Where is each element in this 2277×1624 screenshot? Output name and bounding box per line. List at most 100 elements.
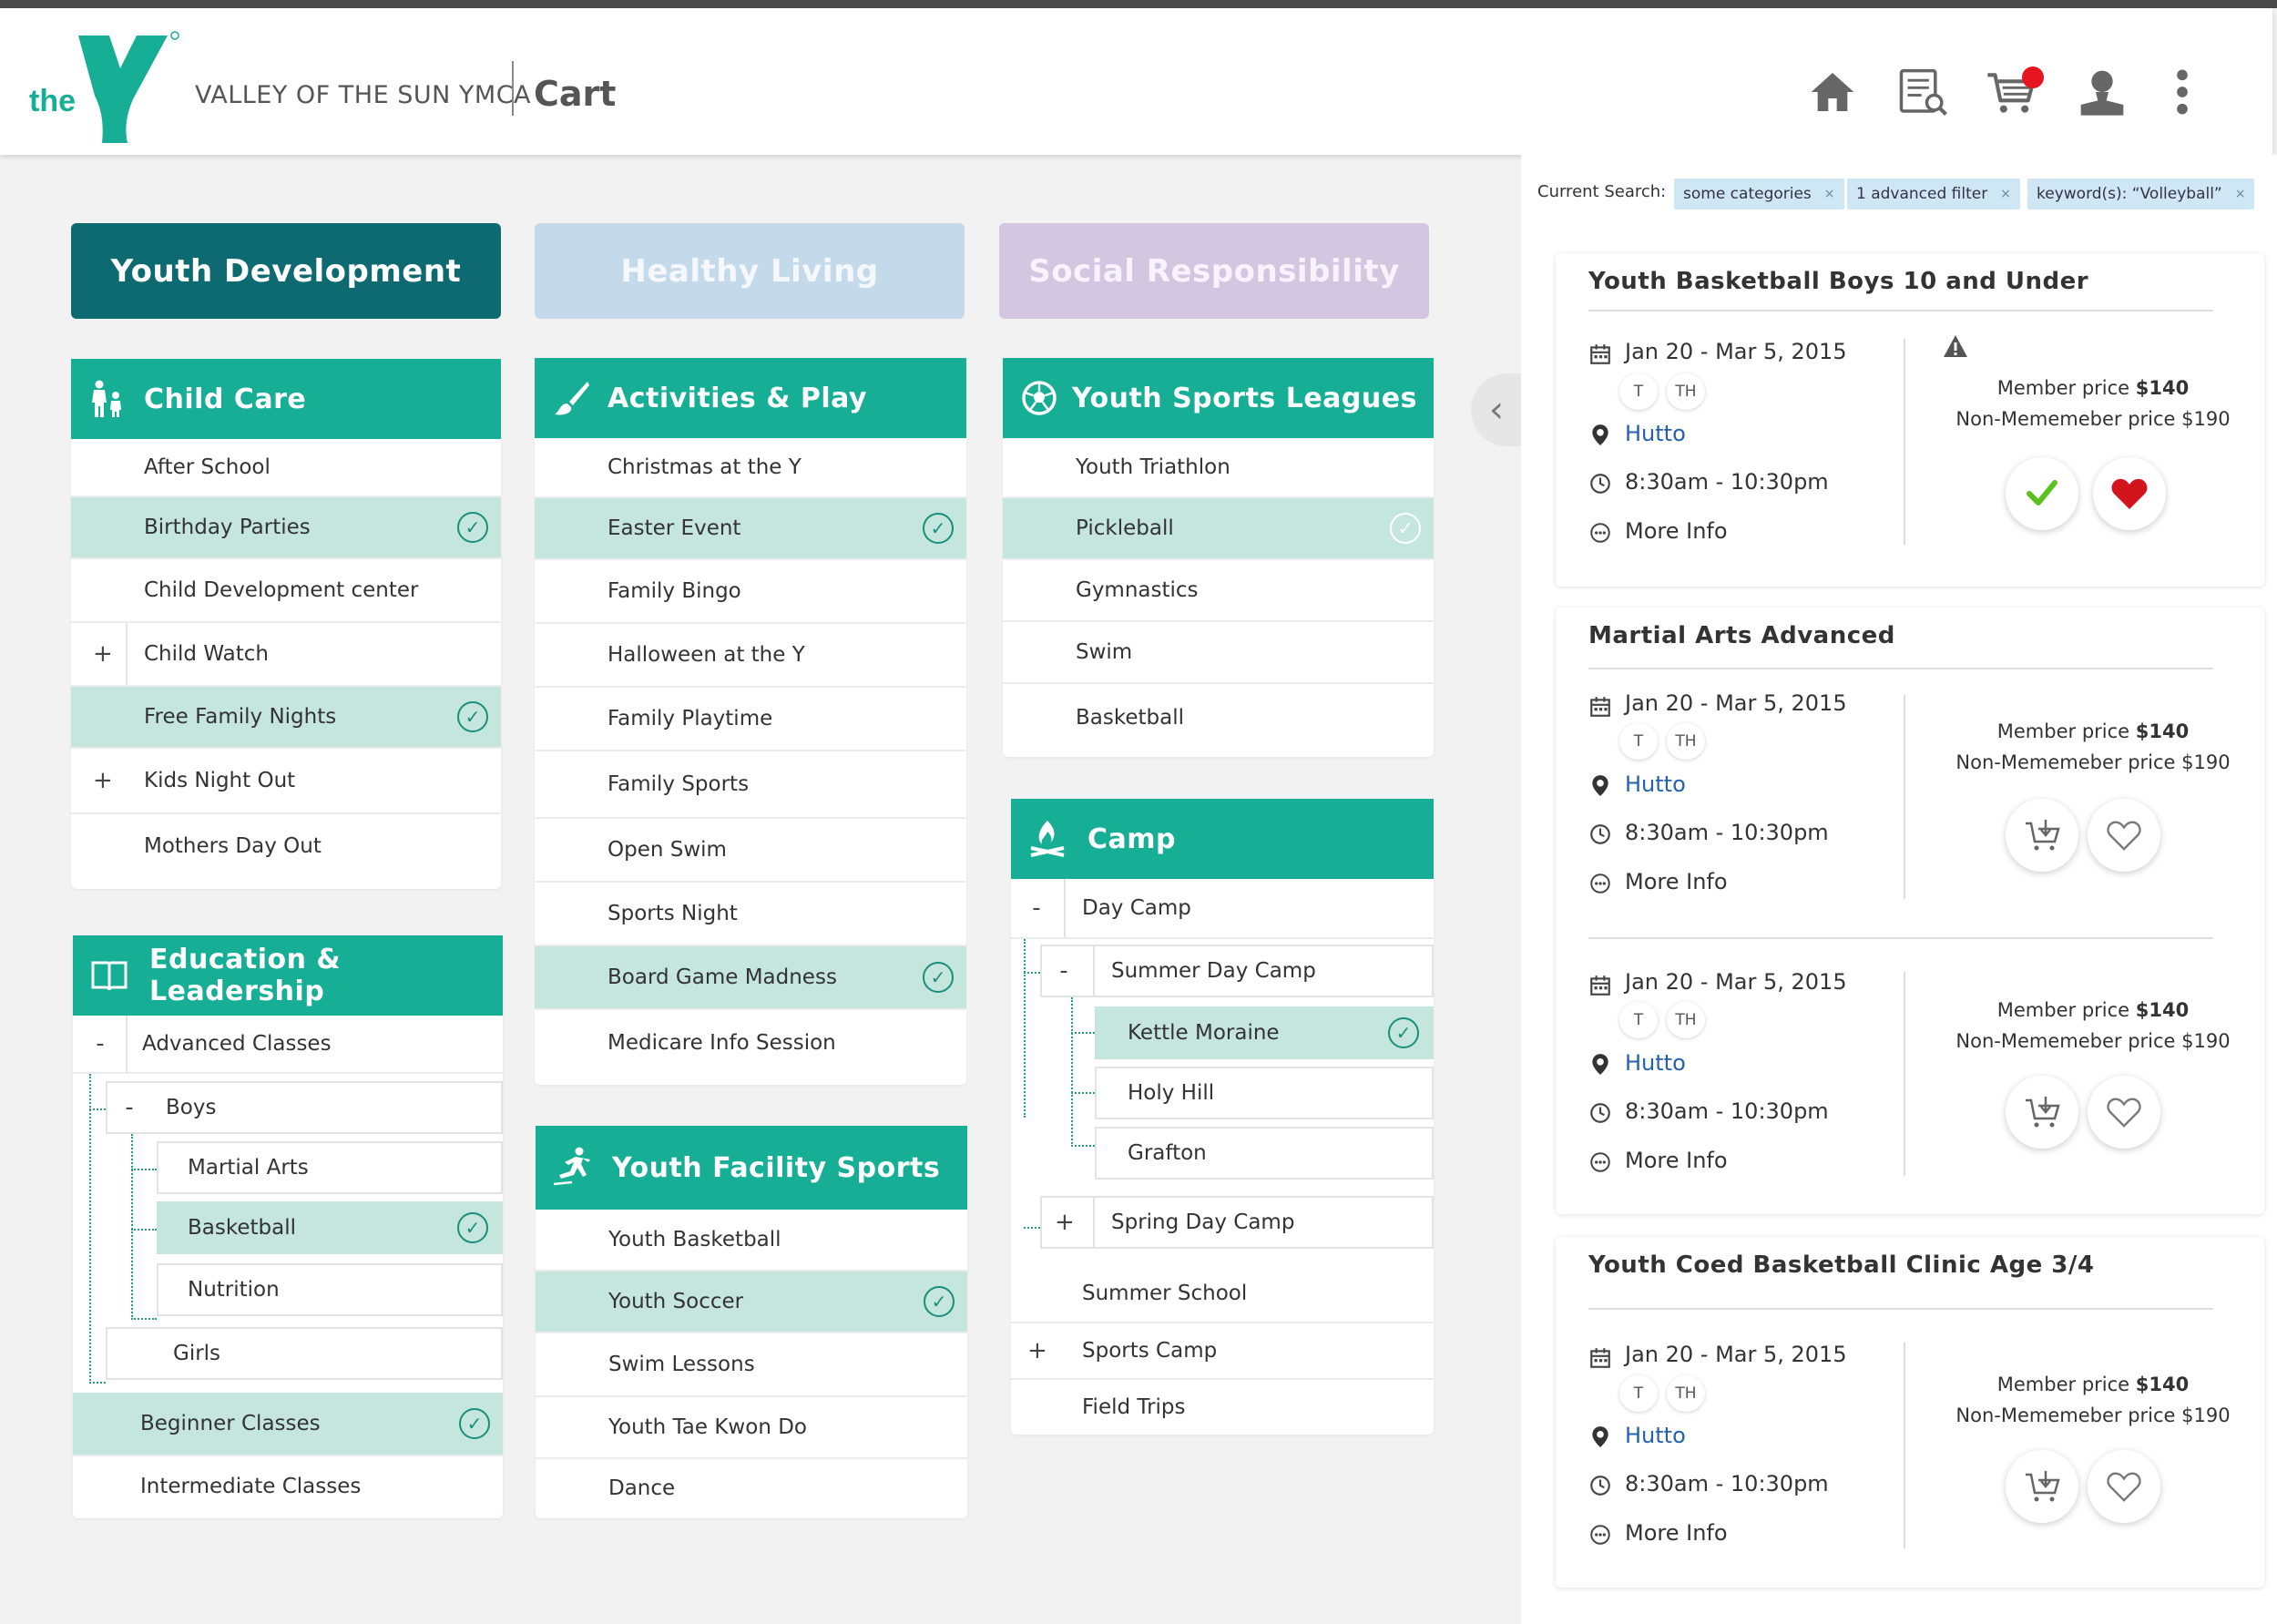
collapse-icon[interactable]: - [1027,894,1046,922]
list-item-selected[interactable]: Kettle Moraine ✓ [1095,1006,1434,1059]
list-item[interactable]: Sports Night [535,883,966,946]
camp-header[interactable]: Camp [1011,799,1434,879]
list-item[interactable]: Intermediate Classes [73,1456,503,1517]
expand-icon[interactable]: + [1055,1209,1075,1236]
time-range: 8:30am - 10:30pm [1625,1471,1829,1496]
list-item[interactable]: Youth Basketball [536,1210,967,1272]
chip-close-icon[interactable]: × [2000,187,2011,201]
tree-line [89,1108,106,1110]
location-link[interactable]: Hutto [1625,1423,1686,1448]
card-divider [1588,937,2213,939]
list-item[interactable]: Martial Arts [157,1141,503,1194]
list-item[interactable]: Nutrition [157,1263,503,1316]
list-item[interactable]: + Sports Camp [1011,1323,1434,1380]
list-item-selected[interactable]: Birthday Parties ✓ [71,497,501,559]
child-care-header[interactable]: Child Care [71,359,501,439]
search-list-icon[interactable] [1898,66,1949,117]
list-item-selected[interactable]: Free Family Nights ✓ [71,687,501,749]
list-item[interactable]: - Advanced Classes [73,1016,503,1074]
more-info-link[interactable]: More Info [1625,1520,1728,1546]
expand-icon[interactable]: + [1027,1337,1047,1364]
user-icon[interactable] [2077,66,2128,117]
more-info-link[interactable]: More Info [1625,1148,1728,1173]
list-item[interactable]: Youth Triathlon [1003,438,1434,498]
expand-icon[interactable]: + [93,640,113,668]
sports-leagues-header[interactable]: Youth Sports Leagues [1003,358,1434,438]
list-item[interactable]: Basketball [1003,684,1434,751]
location-link[interactable]: Hutto [1625,421,1686,446]
chip-close-icon[interactable]: × [1824,187,1835,201]
favorite-button[interactable] [2093,457,2166,530]
add-to-cart-button[interactable] [2006,799,2078,872]
category-healthy-living[interactable]: Healthy Living [535,223,965,319]
list-item[interactable]: Summer School [1011,1265,1434,1323]
search-chip[interactable]: some categories × [1674,179,1844,209]
list-item[interactable]: Halloween at the Y [535,624,966,688]
list-item[interactable]: Holy Hill [1095,1067,1434,1119]
search-chip[interactable]: keyword(s): “Volleyball” × [2027,179,2255,209]
chip-close-icon[interactable]: × [2235,187,2246,201]
result-title[interactable]: Martial Arts Advanced [1588,622,1895,649]
list-item[interactable]: + Child Watch [71,623,501,687]
category-social-responsibility[interactable]: Social Responsibility [999,223,1429,319]
list-item[interactable]: Dance [536,1459,967,1517]
list-item[interactable]: Christmas at the Y [535,438,966,498]
list-item-selected[interactable]: Basketball ✓ [157,1201,503,1254]
list-item[interactable]: Family Sports [535,751,966,819]
more-info-link[interactable]: More Info [1625,518,1728,544]
list-item[interactable]: - Summer Day Camp [1040,945,1434,997]
list-item[interactable]: Girls [106,1327,503,1380]
facility-sports-header[interactable]: Youth Facility Sports [536,1126,967,1210]
list-item[interactable]: Field Trips [1011,1380,1434,1435]
list-item[interactable]: Youth Tae Kwon Do [536,1397,967,1459]
list-item[interactable]: Mothers Day Out [71,814,501,878]
collapse-icon[interactable]: - [91,1030,109,1057]
added-to-cart-button[interactable] [2006,457,2078,530]
home-icon[interactable] [1807,66,1858,117]
list-item[interactable]: Family Playtime [535,688,966,751]
list-item[interactable]: Medicare Info Session [535,1010,966,1076]
list-item[interactable]: Swim [1003,622,1434,684]
tree-line [131,1169,157,1170]
date-range: Jan 20 - Mar 5, 2015 [1625,1342,1847,1367]
education-header[interactable]: Education & Leadership [73,935,503,1016]
list-item[interactable]: - Day Camp [1011,879,1434,939]
category-youth-development[interactable]: Youth Development [71,223,501,319]
list-item-selected[interactable]: Youth Soccer ✓ [536,1272,967,1333]
add-to-cart-button[interactable] [2006,1076,2078,1149]
heart-filled-icon [2111,478,2148,509]
more-vertical-icon[interactable] [2157,66,2208,117]
location-link[interactable]: Hutto [1625,1050,1686,1076]
collapse-icon[interactable]: - [1055,957,1073,985]
add-to-cart-button[interactable] [2006,1450,2078,1523]
activities-header[interactable]: Activities & Play [535,358,966,438]
favorite-button[interactable] [2088,799,2160,872]
result-title[interactable]: Youth Basketball Boys 10 and Under [1588,268,2088,295]
list-item[interactable]: - Boys [106,1081,503,1134]
tree-line [1071,1145,1095,1147]
favorite-button[interactable] [2088,1450,2160,1523]
list-item-selected[interactable]: Easter Event ✓ [535,498,966,560]
heart-outline-icon [2107,1472,2141,1502]
list-item[interactable]: + Kids Night Out [71,749,501,814]
list-item-selected[interactable]: Beginner Classes ✓ [73,1393,503,1456]
collapse-icon[interactable]: - [120,1094,138,1121]
list-item-selected[interactable]: Board Game Madness ✓ [535,946,966,1010]
result-title[interactable]: Youth Coed Basketball Clinic Age 3/4 [1588,1251,2094,1279]
location-link[interactable]: Hutto [1625,771,1686,797]
list-item[interactable]: + Spring Day Camp [1040,1196,1434,1249]
list-item[interactable]: Child Development center [71,559,501,623]
list-item[interactable]: After School [71,439,501,497]
list-item[interactable]: Open Swim [535,819,966,883]
favorite-button[interactable] [2088,1076,2160,1149]
more-info-link[interactable]: More Info [1625,869,1728,894]
list-item[interactable]: Gymnastics [1003,560,1434,622]
expand-icon[interactable]: + [93,767,113,794]
list-item[interactable]: Family Bingo [535,560,966,624]
list-item[interactable]: Grafton [1095,1127,1434,1180]
list-item[interactable]: Swim Lessons [536,1333,967,1397]
collapse-panel-button[interactable]: ‹ [1471,373,1522,446]
search-chip[interactable]: 1 advanced filter × [1847,179,2020,209]
list-item-selected[interactable]: Pickleball ✓ [1003,498,1434,560]
ymca-logo[interactable]: the [26,25,189,152]
